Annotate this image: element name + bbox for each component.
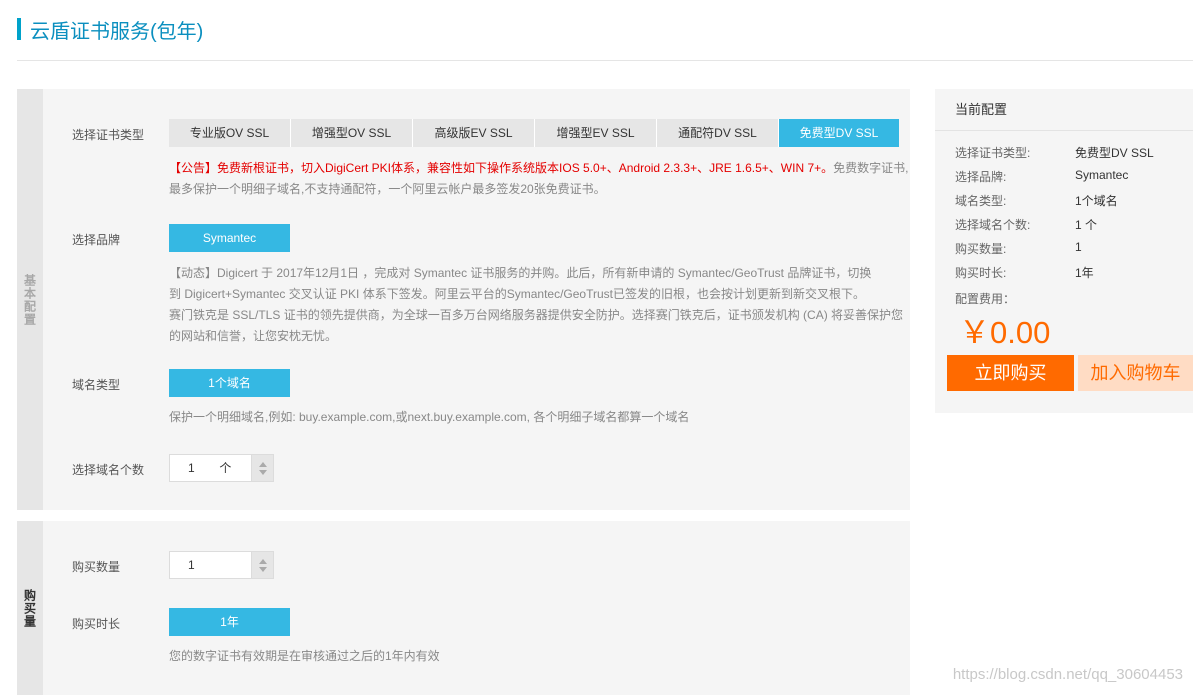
brand-news-line: 到 Digicert+Symantec 交叉认证 PKI 体系下签发。阿里云平台… (169, 287, 865, 301)
cert-notice: 【公告】免费新根证书，切入DigiCert PKI体系，兼容性如下操作系统版本I… (169, 158, 909, 200)
cert-type-option-selected[interactable]: 免费型DV SSL (779, 119, 899, 147)
duration-label: 购买时长 (72, 617, 121, 631)
brand-news: 【动态】Digicert 于 2017年12月1日 ，完成对 Symantec … (169, 263, 909, 347)
page-title-text: 云盾证书服务(包年) (30, 20, 204, 43)
brand-label: 选择品牌 (72, 233, 121, 247)
section-side-tab: 基本配置 (17, 89, 43, 510)
config-row-label: 选择域名个数: (955, 218, 1031, 232)
purchase-section: 购买量 购买数量 1 购买时长 1年 您的数字证书有效期是在审核通过之后的1年内… (17, 521, 910, 695)
cert-type-label: 选择证书类型 (72, 128, 145, 142)
cert-type-option[interactable]: 增强型OV SSL (291, 119, 413, 147)
section-side-tab: 购买量 (17, 521, 43, 695)
cert-type-option[interactable]: 增强型EV SSL (535, 119, 657, 147)
decrement-icon[interactable] (258, 566, 267, 572)
cert-type-option[interactable]: 专业版OV SSL (169, 119, 291, 147)
quantity-stepper[interactable]: 1 (169, 551, 274, 579)
increment-icon[interactable] (258, 461, 267, 467)
cert-type-option[interactable]: 通配符DV SSL (657, 119, 779, 147)
page-title: 云盾证书服务(包年) (17, 16, 204, 43)
config-row-value: 1年 (1075, 266, 1094, 280)
cert-type-tabs: 专业版OV SSL 增强型OV SSL 高级版EV SSL 增强型EV SSL … (169, 119, 899, 147)
decrement-icon[interactable] (258, 469, 267, 475)
domain-count-unit: 个 (219, 461, 232, 475)
config-row-value: Symantec (1075, 168, 1129, 182)
add-to-cart-button[interactable]: 加入购物车 (1078, 355, 1193, 391)
fee-label: 配置费用： (955, 292, 1016, 306)
config-row-value: 免费型DV SSL (1075, 146, 1154, 160)
buy-side-label: 购买量 (22, 588, 37, 628)
title-divider (17, 60, 1193, 61)
brand-news-line: 【动态】Digicert 于 2017年12月1日 ，完成对 Symantec … (169, 266, 872, 280)
domain-count-input[interactable]: 1 个 (170, 455, 251, 481)
domain-type-desc: 保护一个明细域名,例如: buy.example.com,或next.buy.e… (169, 410, 690, 424)
price-value: ￥0.00 (959, 315, 1051, 350)
domain-type-option-selected[interactable]: 1个域名 (169, 369, 290, 397)
brand-option-selected[interactable]: Symantec (169, 224, 290, 252)
domain-count-stepper[interactable]: 1 个 (169, 454, 274, 482)
cert-type-option[interactable]: 高级版EV SSL (413, 119, 535, 147)
increment-icon[interactable] (258, 558, 267, 564)
config-row-value: 1 个 (1075, 218, 1098, 232)
current-config-panel: 当前配置 选择证书类型: 免费型DV SSL 选择品牌: Symantec 域名… (935, 89, 1193, 413)
stepper-arrows[interactable] (251, 455, 273, 481)
config-row-label: 购买数量: (955, 242, 1007, 256)
domain-type-label: 域名类型 (72, 378, 121, 392)
notice-red-text: 【公告】免费新根证书，切入DigiCert PKI体系，兼容性如下操作系统版本I… (169, 161, 834, 175)
config-row-label: 域名类型: (955, 194, 1007, 208)
quantity-input[interactable]: 1 (170, 552, 251, 578)
brand-news-line: 的网站和信誉，让您安枕无忧。 (169, 329, 338, 343)
duration-option-selected[interactable]: 1年 (169, 608, 290, 636)
duration-desc: 您的数字证书有效期是在审核通过之后的1年内有效 (169, 649, 440, 663)
config-row-label: 选择品牌: (955, 170, 1007, 184)
quantity-label: 购买数量 (72, 560, 121, 574)
config-title: 当前配置 (935, 89, 1193, 131)
stepper-arrows[interactable] (251, 552, 273, 578)
watermark: https://blog.csdn.net/qq_30604453 (952, 666, 1183, 683)
config-row-label: 选择证书类型: (955, 146, 1031, 160)
domain-count-label: 选择域名个数 (72, 463, 145, 477)
config-row-value: 1个域名 (1075, 194, 1118, 208)
title-accent-bar (17, 18, 21, 40)
config-row-value: 1 (1075, 240, 1082, 254)
buy-now-button[interactable]: 立即购买 (947, 355, 1074, 391)
domain-count-value: 1 (188, 461, 195, 475)
config-row-label: 购买时长: (955, 266, 1007, 280)
brand-news-line: 赛门铁克是 SSL/TLS 证书的领先提供商，为全球一百多万台网络服务器提供安全… (169, 308, 904, 322)
basic-config-section: 基本配置 选择证书类型 专业版OV SSL 增强型OV SSL 高级版EV SS… (17, 89, 910, 510)
basic-side-label: 基本配置 (22, 273, 37, 326)
quantity-value: 1 (188, 558, 195, 572)
